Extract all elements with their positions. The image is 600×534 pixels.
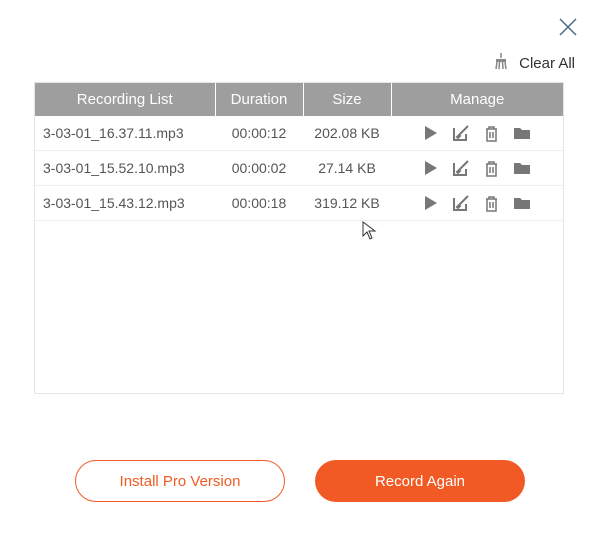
- cell-size: 202.08 KB: [303, 116, 391, 151]
- recording-table-container: Recording List Duration Size Manage 3-03…: [34, 82, 564, 394]
- edit-icon[interactable]: [452, 194, 470, 212]
- cell-duration: 00:00:02: [215, 151, 303, 186]
- folder-icon[interactable]: [513, 196, 531, 210]
- delete-icon[interactable]: [484, 160, 499, 177]
- close-icon: [556, 15, 580, 39]
- play-icon[interactable]: [424, 160, 438, 176]
- table-row: 3-03-01_15.43.12.mp3 00:00:18 319.12 KB: [35, 186, 563, 221]
- clear-all-icon: [493, 52, 509, 75]
- edit-icon[interactable]: [452, 159, 470, 177]
- cell-manage: [391, 116, 563, 151]
- play-icon[interactable]: [424, 125, 438, 141]
- cell-filename: 3-03-01_15.52.10.mp3: [35, 151, 215, 186]
- table-row: 3-03-01_16.37.11.mp3 00:00:12 202.08 KB: [35, 116, 563, 151]
- cell-size: 27.14 KB: [303, 151, 391, 186]
- clear-all-button[interactable]: Clear All: [519, 55, 575, 72]
- record-again-button[interactable]: Record Again: [315, 460, 525, 502]
- recording-table: Recording List Duration Size Manage 3-03…: [35, 83, 563, 221]
- cell-filename: 3-03-01_15.43.12.mp3: [35, 186, 215, 221]
- folder-icon[interactable]: [513, 161, 531, 175]
- edit-icon[interactable]: [452, 124, 470, 142]
- header-size: Size: [303, 83, 391, 116]
- cell-duration: 00:00:12: [215, 116, 303, 151]
- cell-duration: 00:00:18: [215, 186, 303, 221]
- install-pro-button[interactable]: Install Pro Version: [75, 460, 285, 502]
- cell-manage: [391, 151, 563, 186]
- folder-icon[interactable]: [513, 126, 531, 140]
- cell-filename: 3-03-01_16.37.11.mp3: [35, 116, 215, 151]
- play-icon[interactable]: [424, 195, 438, 211]
- delete-icon[interactable]: [484, 195, 499, 212]
- close-button[interactable]: [556, 15, 580, 44]
- header-recording-list: Recording List: [35, 83, 215, 116]
- delete-icon[interactable]: [484, 125, 499, 142]
- header-duration: Duration: [215, 83, 303, 116]
- cell-manage: [391, 186, 563, 221]
- table-row: 3-03-01_15.52.10.mp3 00:00:02 27.14 KB: [35, 151, 563, 186]
- cell-size: 319.12 KB: [303, 186, 391, 221]
- header-manage: Manage: [391, 83, 563, 116]
